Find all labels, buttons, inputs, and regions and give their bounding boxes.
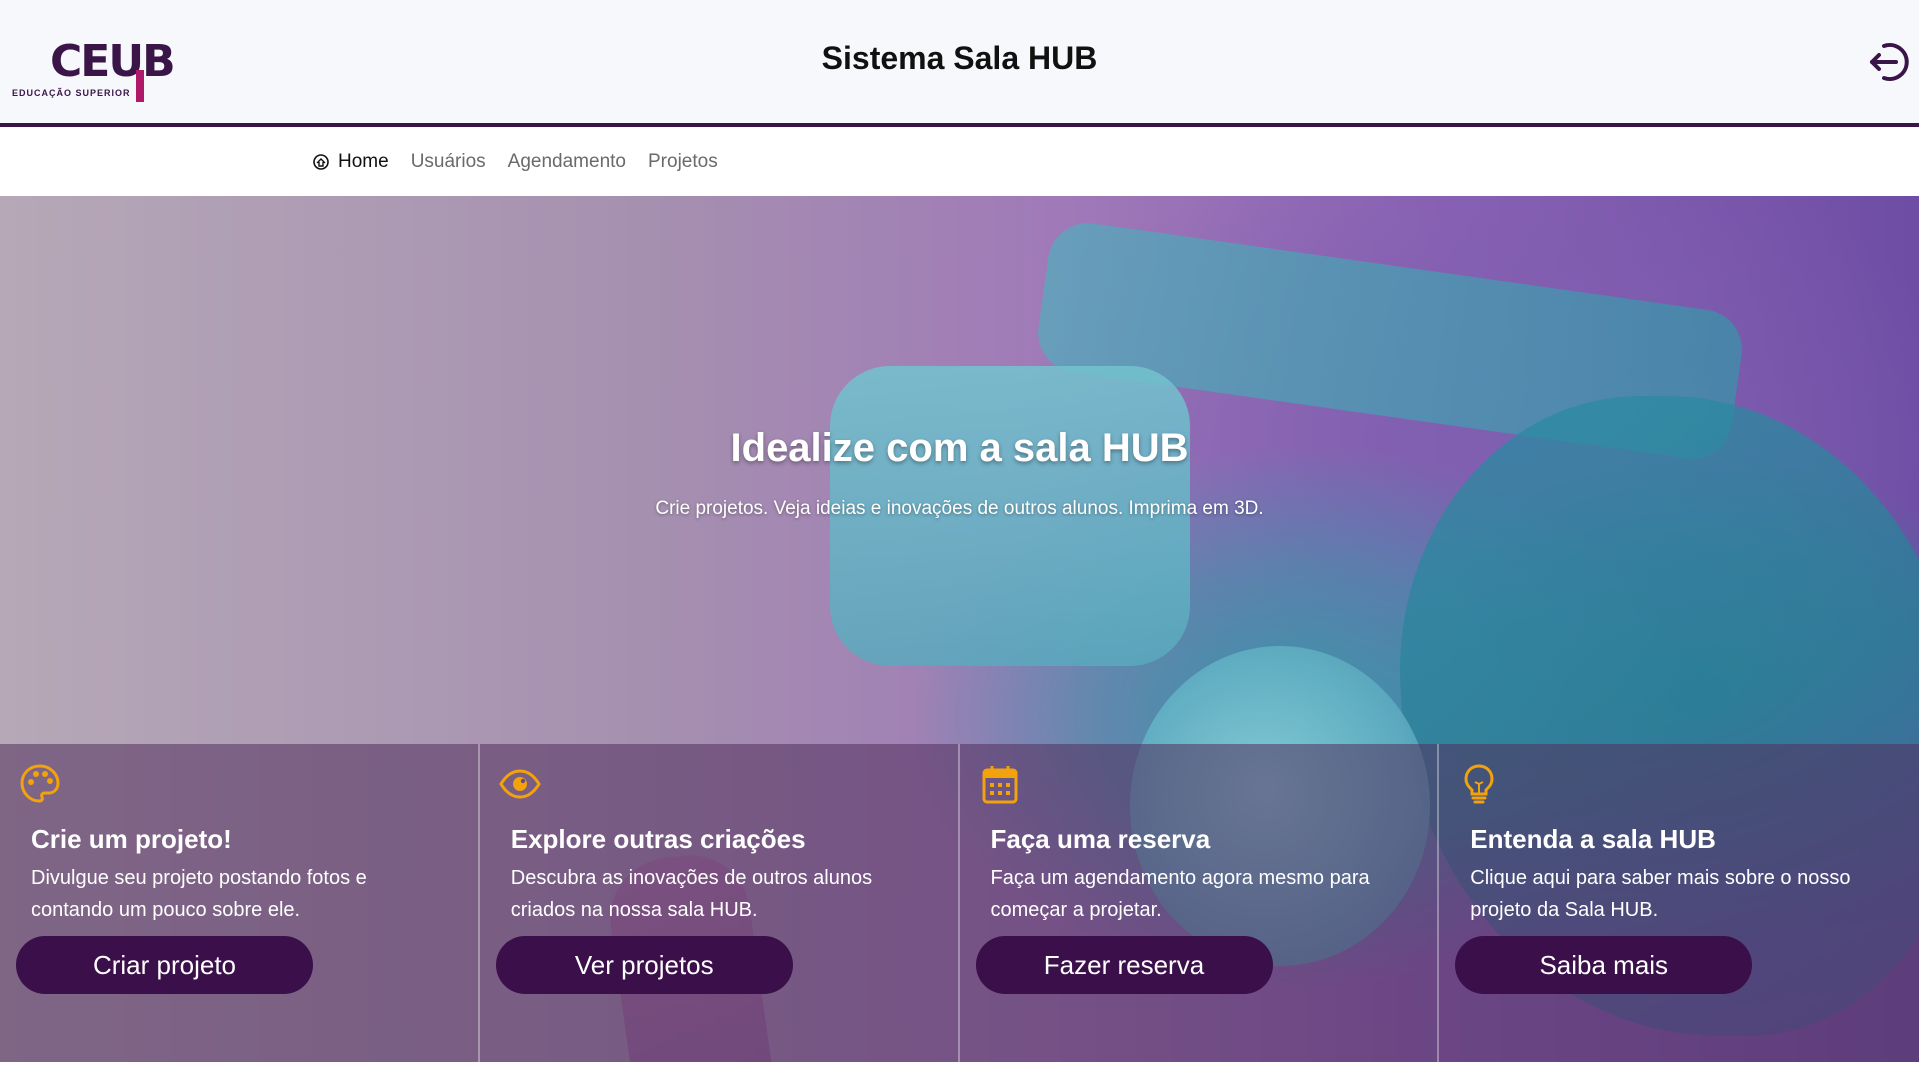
page-title: Sistema Sala HUB — [821, 40, 1098, 76]
eye-icon — [499, 769, 541, 799]
lightbulb-icon — [1464, 764, 1494, 804]
nav-item-label: Agendamento — [507, 151, 626, 172]
card-description: Clique aqui para saber mais sobre o noss… — [1470, 867, 1851, 921]
create-project-button[interactable]: Criar projeto — [16, 936, 313, 994]
home-icon — [313, 154, 329, 170]
nav-item-label: Projetos — [648, 151, 718, 172]
card-description: Faça um agendamento agora mesmo para com… — [990, 867, 1370, 921]
hero-subtitle: Crie projetos. Veja ideias e inovações d… — [655, 498, 1264, 519]
card-title: Entenda a sala HUB — [1470, 824, 1716, 854]
view-projects-button[interactable]: Ver projetos — [495, 936, 793, 994]
main-nav: Home Usuários Agendamento Projetos — [0, 131, 1919, 196]
card-description: Divulgue seu projeto postando fotos e co… — [31, 867, 367, 921]
nav-item-label: Usuários — [410, 151, 486, 172]
card-title: Faça uma reserva — [990, 824, 1211, 854]
nav-item-label: Home — [338, 151, 389, 172]
card-title: Explore outras criações — [510, 824, 806, 854]
nav-item-usuarios[interactable]: Usuários — [411, 151, 486, 173]
calendar-icon — [982, 766, 1017, 804]
make-reservation-button[interactable]: Fazer reserva — [975, 936, 1273, 994]
hero-banner: Idealize com a sala HUB Crie projetos. V… — [0, 196, 1919, 1062]
nav-item-home[interactable]: Home — [312, 151, 389, 173]
nav-item-agendamento[interactable]: Agendamento — [508, 151, 626, 173]
logo-subtitle: EDUCAÇÃO SUPERIOR — [12, 88, 131, 98]
card-create-project: Crie um projeto! Divulgue seu projeto po… — [0, 744, 480, 1062]
learn-more-button[interactable]: Saiba mais — [1455, 936, 1753, 994]
nav-item-projetos[interactable]: Projetos — [648, 151, 718, 173]
card-description: Descubra as inovações de outros alunos c… — [510, 867, 873, 921]
palette-icon — [20, 764, 60, 803]
card-about-hub: Entenda a sala HUB Clique aqui para sabe… — [1439, 744, 1919, 1062]
hero-title: Idealize com a sala HUB — [730, 426, 1189, 470]
logout-button[interactable] — [1866, 40, 1910, 84]
feature-cards: Crie um projeto! Divulgue seu projeto po… — [0, 744, 1919, 1062]
card-explore-creations: Explore outras criações Descubra as inov… — [479, 744, 960, 1062]
logout-icon — [1870, 43, 1909, 81]
card-title: Crie um projeto! — [31, 824, 232, 854]
card-make-reservation: Faça uma reserva Faça um agendamento ago… — [959, 744, 1440, 1062]
header: CEUB EDUCAÇÃO SUPERIOR Sistema Sala HUB — [0, 0, 1919, 127]
